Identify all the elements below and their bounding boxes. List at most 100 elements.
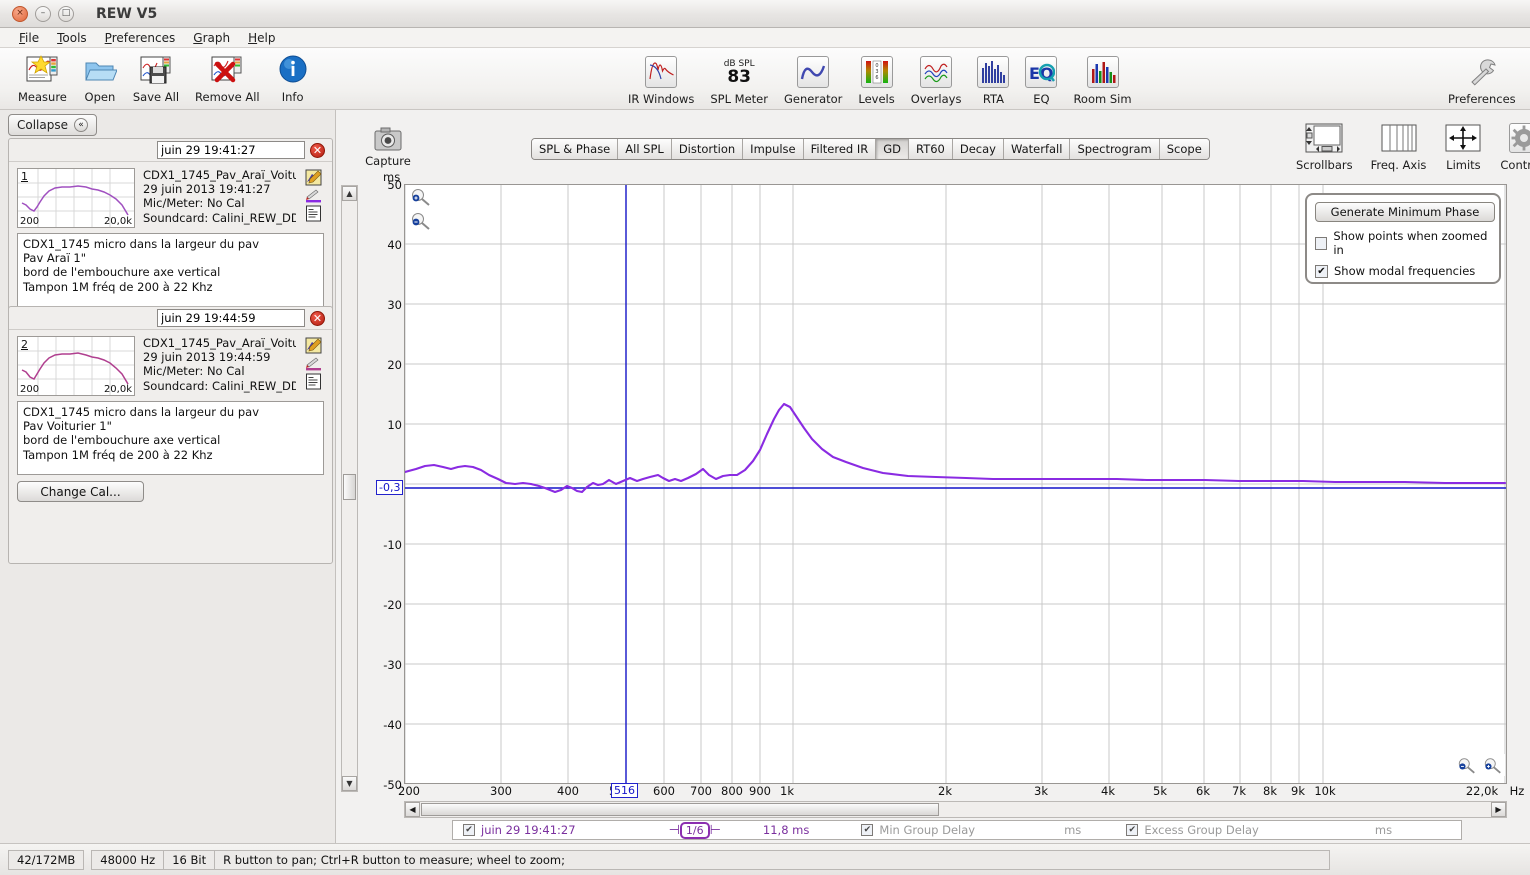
close-measurement-icon-1[interactable]: ✕ (310, 142, 325, 158)
menu-graph[interactable]: Graph (184, 29, 239, 47)
measurement-thumbnail-1[interactable]: 1 200 20,0k (17, 168, 135, 228)
collapse-button[interactable]: Collapse « (8, 114, 97, 136)
zoom-out-horizontal-icon[interactable] (1457, 757, 1477, 774)
scrollbar-thumb[interactable] (343, 474, 356, 500)
menu-help[interactable]: Help (239, 29, 284, 47)
measurement-notes-2[interactable]: CDX1_1745 micro dans la largeur du pav P… (17, 401, 324, 475)
gear-icon (1509, 120, 1530, 156)
generator-button[interactable]: Generator (776, 54, 850, 106)
measurement-actions-2 (304, 336, 324, 396)
excess-group-delay-item[interactable]: ✔ Excess Group Delay (1126, 823, 1259, 837)
tab-distortion[interactable]: Distortion (671, 139, 744, 159)
cursor-x-value[interactable]: 516 (611, 783, 638, 798)
scroll-down-icon[interactable]: ▼ (342, 776, 357, 791)
graph-toolbar: Scrollbars Freq. Axis Limits Contr (1288, 120, 1530, 172)
maximize-icon[interactable]: □ (58, 5, 74, 22)
ir-windows-button[interactable]: IR Windows (620, 54, 702, 106)
x-tick: 6k (1196, 784, 1210, 798)
scroll-up-icon[interactable]: ▲ (342, 186, 357, 201)
rta-button[interactable]: RTA (969, 54, 1017, 106)
room-sim-button[interactable]: Room Sim (1065, 54, 1139, 106)
graph-horizontal-scrollbar[interactable]: ◀ ▶ (404, 801, 1507, 818)
measurements-scrollbar[interactable]: ▲ ▼ (341, 185, 358, 792)
tab-gd[interactable]: GD (876, 139, 910, 159)
scroll-right-icon[interactable]: ▶ (1491, 802, 1506, 817)
tab-decay[interactable]: Decay (952, 139, 1004, 159)
min-group-delay-label: Min Group Delay (879, 823, 976, 837)
wrench-icon (1466, 54, 1498, 90)
excess-group-delay-checkbox[interactable]: ✔ (1126, 824, 1139, 836)
measurement-name-input-1[interactable] (157, 141, 305, 159)
notes-icon-2[interactable] (305, 373, 323, 390)
overlays-button[interactable]: Overlays (903, 54, 970, 106)
show-points-row[interactable]: Show points when zoomed in (1315, 229, 1491, 257)
levels-label: Levels (858, 92, 895, 106)
camera-icon (362, 126, 414, 152)
edit-icon-1[interactable] (305, 169, 323, 186)
minimize-icon[interactable]: – (35, 5, 51, 22)
pen-color-icon-2[interactable] (305, 356, 323, 371)
info-button[interactable]: Info (268, 52, 318, 104)
smoothing-control[interactable]: ⊣ 1/6 ⊢ (669, 821, 721, 839)
scrollbars-icon (1305, 120, 1343, 156)
tab-impulse[interactable]: Impulse (743, 139, 804, 159)
measure-button[interactable]: Measure (10, 52, 75, 104)
graph-area[interactable]: Generate Minimum Phase Show points when … (404, 184, 1507, 784)
notes-icon-1[interactable] (305, 205, 323, 222)
cursor-y-value[interactable]: -0,3 (376, 480, 404, 495)
zoom-in-horizontal-icon[interactable] (1483, 757, 1503, 774)
tab-waterfall[interactable]: Waterfall (1003, 139, 1071, 159)
generate-minimum-phase-button[interactable]: Generate Minimum Phase (1315, 202, 1495, 222)
menu-tools[interactable]: Tools (48, 29, 96, 47)
tab-scope[interactable]: Scope (1159, 139, 1209, 159)
freq-axis-button[interactable]: Freq. Axis (1363, 120, 1435, 172)
legend-measurement-checkbox[interactable]: ✔ (463, 824, 475, 836)
close-measurement-icon-2[interactable]: ✕ (310, 310, 325, 326)
controls-button[interactable]: Controls (1492, 120, 1530, 172)
y-tick: 30 (387, 298, 402, 312)
tab-filtered-ir[interactable]: Filtered IR (803, 139, 877, 159)
measurement-thumbnail-2[interactable]: 2 200 20,0k (17, 336, 135, 396)
edit-icon-2[interactable] (305, 337, 323, 354)
remove-all-button[interactable]: Remove All (187, 52, 268, 104)
change-cal-button-2[interactable]: Change Cal... (17, 481, 144, 502)
tab-spectrogram[interactable]: Spectrogram (1070, 139, 1160, 159)
smoothing-value[interactable]: 1/6 (679, 821, 710, 839)
levels-button[interactable]: 0 3 6 Levels (850, 54, 902, 106)
preferences-button[interactable]: Preferences (1440, 54, 1524, 106)
close-icon[interactable]: × (12, 5, 28, 22)
zoom-out-icon[interactable] (410, 212, 432, 230)
tab-spl-phase[interactable]: SPL & Phase (532, 139, 619, 159)
tab-all-spl[interactable]: All SPL (618, 139, 672, 159)
memory-usage: 42/172MB (8, 849, 85, 870)
excess-group-delay-label: Excess Group Delay (1144, 823, 1259, 837)
spl-meter-button[interactable]: dB SPL 83 SPL Meter (702, 54, 776, 107)
eq-button[interactable]: EQ EQ (1017, 54, 1065, 106)
measurement-notes-1[interactable]: CDX1_1745 micro dans la largeur du pav P… (17, 233, 324, 307)
scroll-left-icon[interactable]: ◀ (405, 802, 420, 817)
measurement-soundcard-1: Soundcard: Calini_REW_DDI (143, 210, 296, 225)
tab-rt60[interactable]: RT60 (909, 139, 953, 159)
capture-button[interactable]: Capture (362, 126, 414, 168)
show-modal-frequencies-checkbox[interactable]: ✔ (1315, 264, 1328, 278)
smoothing-right-cap: ⊢ (709, 822, 721, 838)
min-group-delay-item[interactable]: ✔ Min Group Delay (861, 823, 975, 837)
pen-color-icon-1[interactable] (305, 188, 323, 203)
generator-label: Generator (783, 92, 843, 106)
menu-file[interactable]: FFileile (10, 29, 48, 47)
limits-button[interactable]: Limits (1436, 120, 1490, 172)
save-all-button[interactable]: Save All (125, 52, 187, 104)
show-modal-frequencies-row[interactable]: ✔ Show modal frequencies (1315, 264, 1491, 278)
freq-axis-label: Freq. Axis (1370, 158, 1427, 172)
open-button[interactable]: Open (75, 52, 125, 104)
y-tick: -10 (383, 538, 402, 552)
legend-measurement[interactable]: ✔ juin 29 19:41:27 (463, 823, 576, 837)
scrollbars-button[interactable]: Scrollbars (1288, 120, 1361, 172)
hscrollbar-thumb[interactable] (421, 803, 939, 816)
zoom-in-icon[interactable] (410, 188, 432, 206)
menu-preferences[interactable]: Preferences (96, 29, 185, 47)
show-points-checkbox[interactable] (1315, 236, 1328, 250)
min-group-delay-checkbox[interactable]: ✔ (861, 824, 874, 836)
measurement-name-input-2[interactable] (157, 309, 305, 327)
y-tick: 20 (387, 358, 402, 372)
